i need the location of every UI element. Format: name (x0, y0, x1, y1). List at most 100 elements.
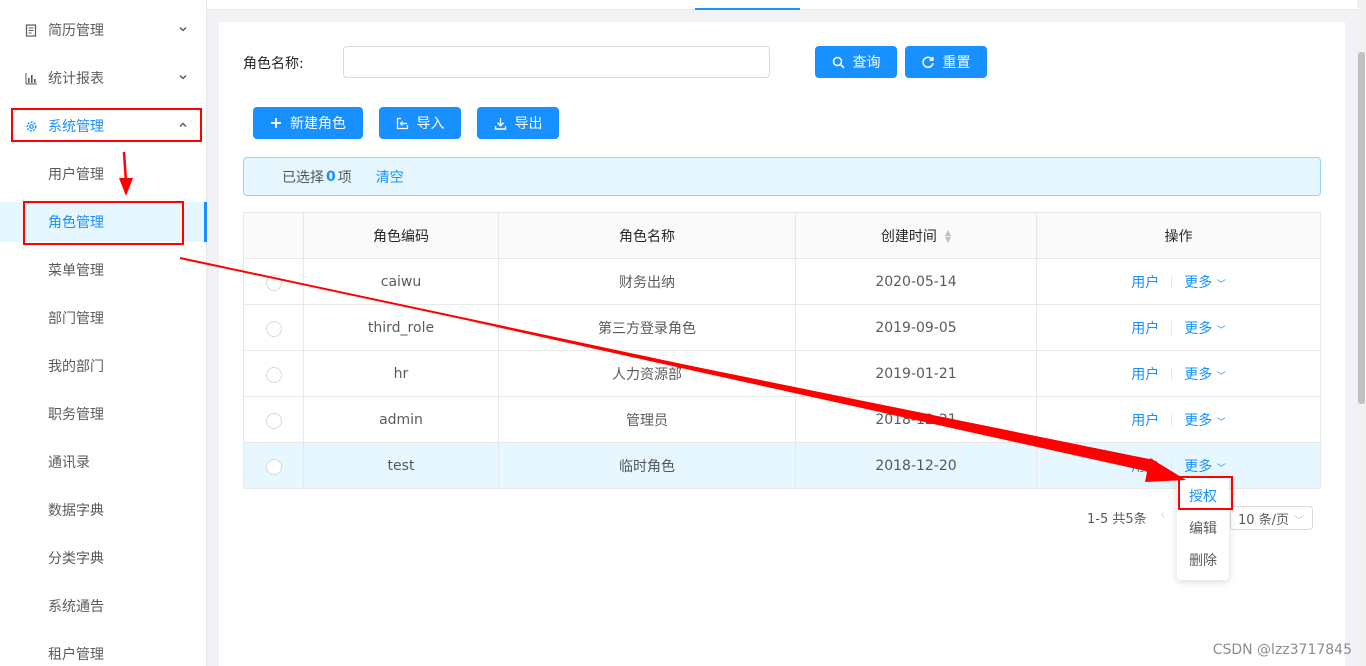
row-radio[interactable] (265, 366, 282, 383)
action-divider (1171, 412, 1173, 427)
user-action-link[interactable]: 用户 (1131, 410, 1159, 430)
sidebar-item-data-dictionary[interactable]: 数据字典 (0, 490, 207, 530)
user-action-link[interactable]: 用户 (1131, 318, 1159, 338)
more-action-link[interactable]: 更多 ﹀ (1184, 364, 1225, 384)
sidebar-group-statistics[interactable]: 统计报表 (0, 58, 207, 98)
sidebar-group-system[interactable]: 系统管理 (0, 106, 207, 146)
more-action-label: 更多 (1184, 320, 1213, 337)
user-action-link[interactable]: 用户 (1131, 272, 1159, 292)
sidebar-item-position-management[interactable]: 职务管理 (0, 394, 207, 434)
created-time-cell: 2019-01-21 (796, 351, 1037, 396)
sidebar-item-label: 职务管理 (48, 407, 104, 423)
sidebar-group-resume[interactable]: 简历管理 (0, 10, 207, 50)
chevron-down-icon (177, 71, 189, 83)
action-divider (1171, 320, 1173, 335)
row-radio[interactable] (265, 274, 282, 291)
sidebar-group-label: 简历管理 (48, 23, 104, 39)
actions-cell: 用户 更多 ﹀ (1037, 397, 1320, 442)
user-action-link[interactable]: 用户 (1131, 364, 1159, 384)
sort-icon[interactable]: ▲ ▼ (945, 228, 951, 243)
sidebar-item-label: 角色管理 (48, 215, 104, 231)
sidebar-item-label: 数据字典 (48, 503, 104, 519)
role-code-cell: third_role (304, 305, 499, 350)
import-button-label: 导入 (416, 116, 445, 132)
bar-chart-icon (24, 71, 38, 85)
sidebar-item-system-notice[interactable]: 系统通告 (0, 586, 207, 626)
export-button[interactable]: 导出 (477, 107, 559, 139)
sidebar-item-label: 租户管理 (48, 647, 104, 663)
chevron-down-icon: ﹀ (1216, 279, 1226, 290)
sidebar-item-label: 菜单管理 (48, 263, 104, 279)
watermark: CSDN @lzz3717845 (1212, 642, 1352, 658)
row-radio[interactable] (265, 458, 282, 475)
column-header-role-name: 角色名称 (499, 213, 796, 258)
chevron-down-icon (177, 23, 189, 35)
chevron-down-icon: ﹀ (1216, 371, 1226, 382)
action-divider (1171, 274, 1173, 289)
sidebar-item-address-book[interactable]: 通讯录 (0, 442, 207, 482)
prev-page-icon[interactable]: ‹ (1160, 508, 1165, 523)
row-select-cell (244, 305, 304, 350)
edit-menu-item[interactable]: 编辑 (1177, 512, 1229, 544)
page-size-value: 10 条/页 (1238, 512, 1290, 528)
role-table: 角色编码 角色名称 创建时间 ▲ ▼ 操作 caiwu 财务出纳 2020-05-… (243, 212, 1321, 489)
new-role-button[interactable]: 新建角色 (253, 107, 363, 139)
row-select-cell (244, 259, 304, 304)
chevron-down-icon: ﹀ (1294, 516, 1304, 527)
created-time-label: 创建时间 (880, 228, 937, 245)
reset-button-label: 重置 (942, 55, 971, 71)
sidebar-item-tenant-management[interactable]: 租户管理 (0, 634, 207, 666)
page-size-select[interactable]: 10 条/页 ﹀ (1230, 506, 1313, 530)
more-action-link[interactable]: 更多 ﹀ (1184, 410, 1225, 430)
table-row: third_role 第三方登录角色 2019-09-05 用户 更多 ﹀ (244, 305, 1320, 351)
table-row: test 临时角色 2018-12-20 用户 更多 ﹀ (244, 443, 1320, 489)
authorize-menu-item[interactable]: 授权 (1177, 480, 1229, 512)
row-select-cell (244, 351, 304, 396)
more-action-label: 更多 (1184, 458, 1213, 475)
column-header-created-time[interactable]: 创建时间 ▲ ▼ (796, 213, 1037, 258)
sidebar-item-role-management[interactable]: 角色管理 (0, 202, 207, 242)
role-name-cell: 财务出纳 (499, 259, 796, 304)
role-name-input[interactable] (343, 46, 770, 78)
table-row: hr 人力资源部 2019-01-21 用户 更多 ﹀ (244, 351, 1320, 397)
sidebar-item-label: 通讯录 (48, 455, 90, 471)
selection-alert: 已选择 0 项 清空 (243, 157, 1321, 196)
role-name-cell: 管理员 (499, 397, 796, 442)
role-name-cell: 第三方登录角色 (499, 305, 796, 350)
more-action-link[interactable]: 更多 ﹀ (1184, 272, 1225, 292)
created-time-cell: 2019-09-05 (796, 305, 1037, 350)
sidebar-group-label: 统计报表 (48, 71, 104, 87)
scrollbar-thumb[interactable] (1358, 52, 1365, 404)
query-button[interactable]: 查询 (815, 46, 897, 78)
table-row: admin 管理员 2018-12-21 用户 更多 ﹀ (244, 397, 1320, 443)
user-action-link[interactable]: 用户 (1131, 456, 1159, 476)
sidebar-item-menu-management[interactable]: 菜单管理 (0, 250, 207, 290)
role-name-cell: 临时角色 (499, 443, 796, 488)
sidebar-group-label: 系统管理 (48, 119, 104, 135)
row-radio[interactable] (265, 412, 282, 429)
role-name-cell: 人力资源部 (499, 351, 796, 396)
page-scrollbar[interactable] (1357, 0, 1366, 666)
row-select-cell (244, 397, 304, 442)
sidebar-item-department-management[interactable]: 部门管理 (0, 298, 207, 338)
download-icon (494, 117, 507, 130)
clear-selection-link[interactable]: 清空 (376, 167, 404, 187)
more-action-link[interactable]: 更多 ﹀ (1184, 318, 1225, 338)
role-name-label: 角色名称: (243, 56, 304, 72)
sidebar-item-category-dictionary[interactable]: 分类字典 (0, 538, 207, 578)
more-action-label: 更多 (1184, 412, 1213, 429)
export-button-label: 导出 (514, 116, 543, 132)
table-row: caiwu 财务出纳 2020-05-14 用户 更多 ﹀ (244, 259, 1320, 305)
more-action-link[interactable]: 更多 ﹀ (1184, 456, 1225, 476)
delete-menu-item[interactable]: 删除 (1177, 544, 1229, 576)
reset-button[interactable]: 重置 (905, 46, 987, 78)
row-radio[interactable] (265, 320, 282, 337)
sidebar-item-my-department[interactable]: 我的部门 (0, 346, 207, 386)
action-divider (1171, 458, 1173, 473)
column-header-actions: 操作 (1164, 228, 1193, 245)
selection-prefix: 已选择 (282, 169, 324, 186)
created-time-cell: 2018-12-21 (796, 397, 1037, 442)
sidebar-item-user-management[interactable]: 用户管理 (0, 154, 207, 194)
import-button[interactable]: 导入 (379, 107, 461, 139)
chevron-down-icon: ﹀ (1216, 325, 1226, 336)
